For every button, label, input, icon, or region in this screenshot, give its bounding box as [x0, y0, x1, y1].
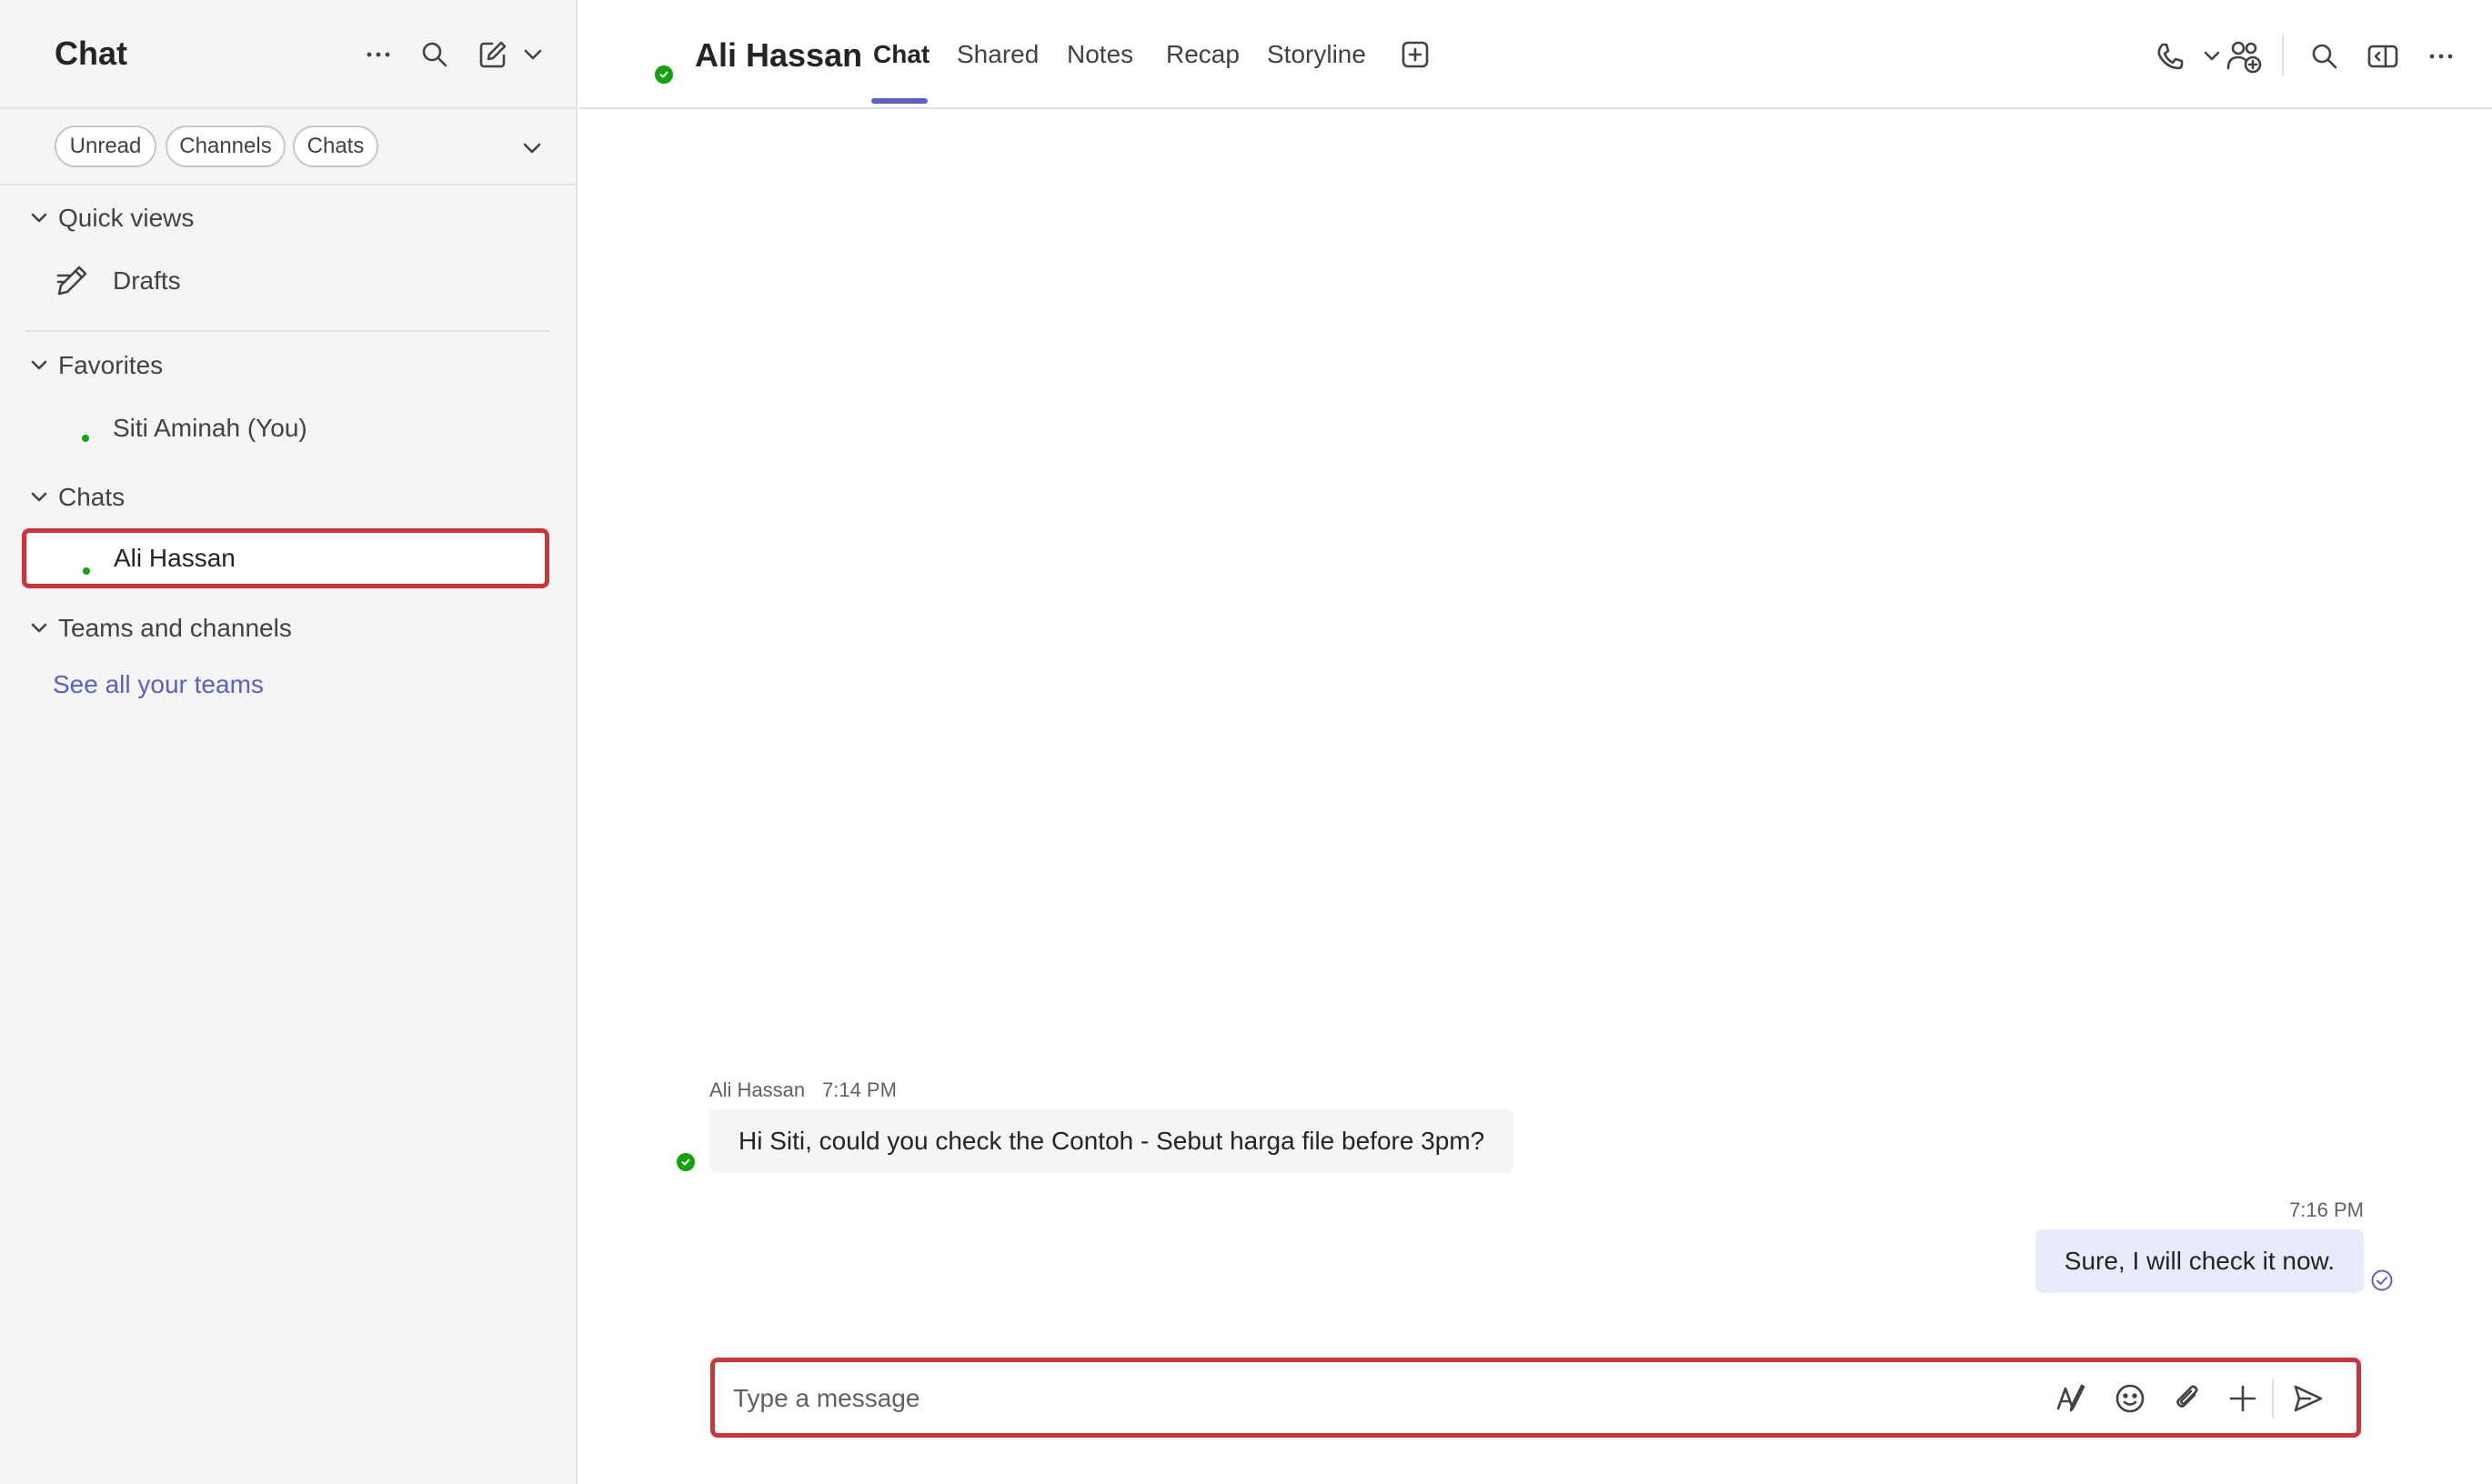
sidebar-item-ali-hassan[interactable]: Ali Hassan	[22, 528, 549, 588]
incoming-message-bubble[interactable]: Hi Siti, could you check the Contoh - Se…	[709, 1109, 1514, 1173]
add-icon	[2229, 1385, 2256, 1412]
search-icon	[2312, 44, 2337, 69]
sidebar-item-label: Ali Hassan	[114, 544, 236, 572]
filter-expand-chevron-icon[interactable]	[517, 133, 548, 164]
side-panel-button[interactable]	[2363, 36, 2403, 76]
check-icon	[659, 71, 668, 78]
tab-shared[interactable]: Shared	[957, 40, 1039, 69]
filter-chats[interactable]: Chats	[293, 125, 378, 167]
toolbar-divider	[2282, 35, 2284, 76]
sent-status-icon	[2371, 1269, 2393, 1291]
tab-notes[interactable]: Notes	[1067, 40, 1133, 69]
add-tab-button[interactable]	[1395, 35, 1435, 75]
more-options-button[interactable]	[360, 35, 397, 75]
call-button[interactable]	[2150, 36, 2190, 76]
add-tab-icon	[1402, 41, 1429, 68]
divider	[25, 330, 549, 332]
compose-box	[710, 1358, 2361, 1438]
search-in-chat-button[interactable]	[2305, 36, 2345, 76]
message-timestamp: 7:16 PM	[2289, 1198, 2364, 1221]
filter-unread[interactable]: Unread	[55, 125, 156, 167]
side-panel-icon	[2367, 45, 2398, 68]
chevron-down-icon	[31, 360, 47, 370]
sidebar-item-label: Siti Aminah (You)	[113, 414, 307, 442]
sidebar-title: Chat	[55, 35, 127, 72]
presence-available-indicator	[80, 433, 91, 444]
message-sender: Ali Hassan	[709, 1078, 806, 1101]
add-people-icon	[2226, 41, 2262, 74]
presence-available-indicator	[655, 65, 673, 84]
active-tab-indicator	[871, 98, 928, 104]
more-options-button[interactable]	[2421, 36, 2461, 76]
drafts-icon	[56, 266, 87, 296]
conversation-pane: Ali Hassan Chat Shared Notes Recap Story…	[578, 0, 2492, 1484]
sender-presence-indicator	[677, 1153, 695, 1171]
tab-chat[interactable]: Chat	[873, 40, 929, 69]
chevron-down-icon	[31, 213, 47, 223]
section-quick-views[interactable]: Quick views	[29, 198, 194, 238]
search-button[interactable]	[417, 35, 453, 75]
sidebar-header: Chat	[0, 0, 576, 109]
emoji-icon	[2115, 1384, 2145, 1413]
add-people-button[interactable]	[2225, 36, 2265, 76]
message-timestamp: 7:14 PM	[822, 1078, 897, 1101]
chat-sidebar: Chat Unread Channels Chats Quick views D…	[0, 0, 578, 1484]
format-button[interactable]	[2052, 1379, 2092, 1419]
filter-channels[interactable]: Channels	[166, 125, 286, 167]
chevron-down-icon	[524, 49, 542, 60]
more-icon	[2429, 54, 2453, 59]
outgoing-message-bubble[interactable]: Sure, I will check it now.	[2035, 1229, 2364, 1293]
message-input[interactable]	[733, 1380, 2006, 1417]
tab-storyline[interactable]: Storyline	[1267, 40, 1366, 69]
check-icon	[681, 1158, 690, 1166]
tab-recap[interactable]: Recap	[1166, 40, 1240, 69]
chevron-down-icon	[31, 492, 47, 502]
chevron-down-icon	[31, 623, 47, 633]
sidebar-item-label: Drafts	[113, 266, 181, 295]
search-icon	[422, 42, 447, 67]
attach-icon	[2176, 1385, 2198, 1408]
send-button[interactable]	[2288, 1379, 2328, 1419]
sidebar-item-drafts[interactable]: Drafts	[24, 253, 549, 309]
format-icon	[2056, 1384, 2085, 1412]
emoji-button[interactable]	[2110, 1379, 2150, 1419]
new-chat-menu-button[interactable]	[515, 35, 551, 75]
conversation-header: Ali Hassan Chat Shared Notes Recap Story…	[578, 0, 2492, 109]
presence-available-indicator	[81, 566, 92, 577]
more-icon	[367, 52, 390, 57]
section-teams-and-channels[interactable]: Teams and channels	[29, 608, 292, 648]
section-label: Quick views	[58, 204, 195, 232]
section-chats[interactable]: Chats	[29, 477, 125, 517]
send-icon	[2294, 1385, 2323, 1412]
section-label: Chats	[58, 483, 126, 511]
see-all-teams-link[interactable]: See all your teams	[53, 670, 264, 699]
sidebar-item-siti-aminah[interactable]: Siti Aminah (You)	[24, 400, 549, 456]
compose-divider	[2272, 1379, 2274, 1419]
new-chat-button[interactable]	[475, 35, 511, 75]
add-button[interactable]	[2223, 1379, 2263, 1419]
section-label: Teams and channels	[58, 614, 292, 642]
attach-button[interactable]	[2168, 1379, 2208, 1419]
call-icon	[2157, 43, 2184, 70]
chevron-down-icon	[2204, 51, 2220, 61]
compose-icon	[479, 41, 507, 68]
filter-bar: Unread Channels Chats	[0, 111, 576, 186]
contact-name: Ali Hassan	[695, 36, 863, 74]
section-favorites[interactable]: Favorites	[29, 346, 163, 386]
section-label: Favorites	[58, 351, 164, 379]
